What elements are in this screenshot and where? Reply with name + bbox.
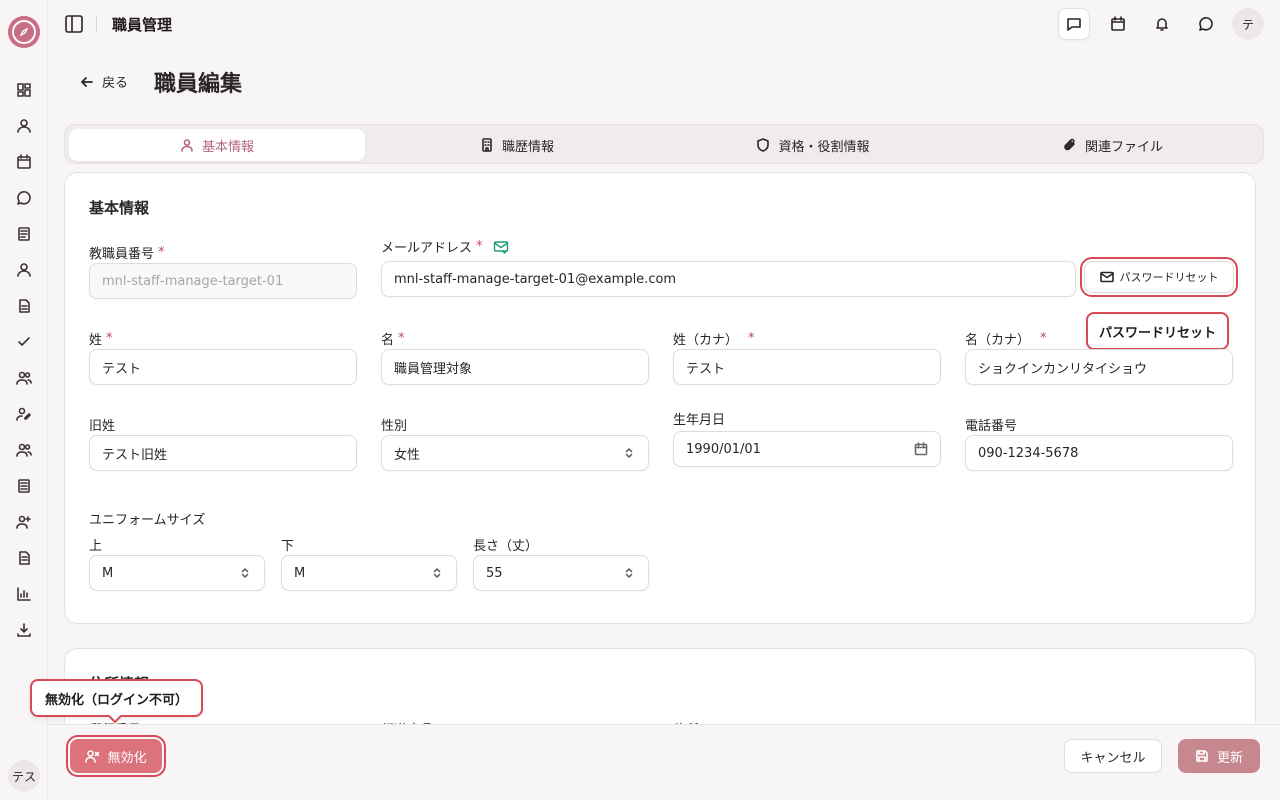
uniform-title: ユニフォームサイズ [89, 513, 206, 528]
last-name-kana-label: 姓（カナ） * [673, 331, 755, 348]
header-title: 職員管理 [112, 16, 173, 34]
phone-label: 電話番号 [965, 419, 1018, 434]
save-icon [1196, 750, 1208, 762]
users-icon[interactable] [14, 440, 34, 460]
password-reset-tooltip: パスワードリセット [1086, 312, 1229, 350]
chevron-up-down-icon [238, 566, 252, 580]
user-icon[interactable] [14, 260, 34, 280]
chevron-up-down-icon [622, 566, 636, 580]
last-name-input[interactable]: テスト [89, 349, 357, 385]
feedback-button[interactable] [1058, 8, 1090, 40]
header-divider [96, 16, 97, 32]
first-name-input[interactable]: 職員管理対象 [381, 349, 649, 385]
first-name-kana-label: 名（カナ） * [965, 331, 1047, 348]
message-square-icon [1067, 18, 1081, 31]
basic-info-card: 基本情報 教職員番号 * mnl-staff-manage-target-01 メ… [64, 172, 1256, 624]
email-label: メールアドレス * [381, 237, 509, 256]
user-icon [181, 139, 193, 152]
document-icon[interactable] [14, 224, 34, 244]
last-name-kana-input[interactable]: テスト [673, 349, 941, 385]
calendar-icon[interactable] [14, 152, 34, 172]
tab-basic-info[interactable]: 基本情報 [69, 129, 365, 161]
chat-icon[interactable] [14, 188, 34, 208]
mail-check-icon [493, 240, 508, 254]
staff-no-input[interactable]: mnl-staff-manage-target-01 [89, 263, 357, 299]
gender-select[interactable]: 女性 [381, 435, 649, 471]
birthday-label: 生年月日 [673, 413, 726, 428]
first-name-kana-input[interactable]: ショクインカンリタイショウ [965, 349, 1233, 385]
header-avatar[interactable]: テ [1232, 8, 1264, 40]
first-name-label: 名 * [381, 331, 405, 348]
user-plus-icon[interactable] [14, 512, 34, 532]
notification-button[interactable] [1146, 8, 1178, 40]
uniform-length-label: 長さ（丈） [473, 539, 539, 554]
tooltip-arrow [108, 715, 122, 723]
dashboard-icon[interactable] [14, 80, 34, 100]
deactivate-tooltip: 無効化（ログイン不可） [30, 679, 203, 717]
download-icon[interactable] [14, 620, 34, 640]
calendar-icon[interactable] [914, 442, 928, 456]
uniform-length-select[interactable]: 55 [473, 555, 649, 591]
email-input[interactable]: mnl-staff-manage-target-01@example.com [381, 261, 1076, 297]
compass-icon [12, 20, 36, 44]
arrow-left-icon [81, 76, 93, 87]
gender-label: 性別 [381, 419, 408, 434]
staff-no-label: 教職員番号 * [89, 245, 165, 262]
phone-input[interactable]: 090-1234-5678 [965, 435, 1233, 471]
book-icon[interactable] [14, 476, 34, 496]
bar-chart-icon[interactable] [14, 584, 34, 604]
password-reset-button[interactable]: パスワードリセット [1084, 261, 1234, 293]
footer-bar: 無効化 キャンセル 更新 [48, 724, 1280, 800]
section-title: 基本情報 [89, 199, 150, 217]
last-name-label: 姓 * [89, 331, 113, 348]
former-name-label: 旧姓 [89, 419, 116, 434]
uniform-bottom-select[interactable]: M [281, 555, 457, 591]
paperclip-icon [1064, 138, 1075, 151]
tab-related-files[interactable]: 関連ファイル [965, 129, 1261, 161]
chevron-up-down-icon [622, 446, 636, 460]
birthday-input[interactable]: 1990/01/01 [673, 431, 941, 467]
user-icon[interactable] [14, 116, 34, 136]
calendar-button[interactable] [1102, 8, 1134, 40]
check-icon[interactable] [14, 332, 34, 352]
shield-icon [757, 138, 770, 152]
app-logo[interactable] [8, 16, 40, 48]
calendar-icon [1111, 16, 1125, 31]
former-name-input[interactable]: テスト旧姓 [89, 435, 357, 471]
uniform-top-select[interactable]: M [89, 555, 265, 591]
user-avatar[interactable]: テス [8, 760, 40, 792]
tab-qualification-info[interactable]: 資格・役割情報 [665, 129, 961, 161]
tab-bar: 基本情報 職歴情報 資格・役割情報 関連ファイル [64, 124, 1264, 164]
mail-icon [1099, 271, 1114, 283]
user-edit-icon[interactable] [14, 404, 34, 424]
back-link[interactable]: 戻る [80, 72, 128, 91]
user-x-icon [85, 750, 100, 763]
top-header: 職員管理 テ [48, 0, 1280, 48]
page-title: 職員編集 [154, 72, 243, 97]
chat-button[interactable] [1190, 8, 1222, 40]
tab-career-info[interactable]: 職歴情報 [369, 129, 665, 161]
users-icon[interactable] [14, 368, 34, 388]
deactivate-button[interactable]: 無効化 [70, 739, 162, 773]
uniform-top-label: 上 [89, 539, 103, 554]
bell-icon [1156, 18, 1168, 31]
chevron-up-down-icon [430, 566, 444, 580]
back-label: 戻る [102, 76, 129, 91]
uniform-bottom-label: 下 [281, 539, 295, 554]
update-button[interactable]: 更新 [1178, 739, 1260, 773]
sidebar-toggle-icon[interactable] [64, 14, 84, 34]
file-icon[interactable] [14, 296, 34, 316]
chat-icon [1199, 17, 1213, 31]
building-icon [482, 138, 492, 152]
file-text-icon[interactable] [14, 548, 34, 568]
cancel-button[interactable]: キャンセル [1064, 739, 1162, 773]
